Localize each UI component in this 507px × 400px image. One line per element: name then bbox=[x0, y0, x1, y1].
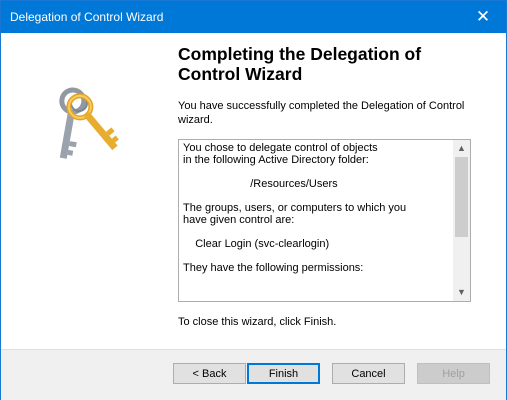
cancel-button[interactable]: Cancel bbox=[332, 363, 405, 384]
window-title: Delegation of Control Wizard bbox=[10, 10, 164, 24]
wizard-window: Delegation of Control Wizard ✕ Completin… bbox=[0, 0, 507, 400]
scroll-up-arrow-icon[interactable]: ▲ bbox=[453, 140, 470, 157]
outro-text: To close this wizard, click Finish. bbox=[178, 316, 337, 328]
wizard-banner bbox=[1, 33, 157, 349]
back-button[interactable]: < Back bbox=[173, 363, 246, 384]
button-bar: < Back Finish Cancel Help bbox=[1, 349, 506, 400]
page-title: Completing the Delegation of Control Wiz… bbox=[178, 44, 422, 84]
finish-button[interactable]: Finish bbox=[247, 363, 320, 384]
intro-text: You have successfully completed the Dele… bbox=[178, 100, 465, 126]
scroll-down-arrow-icon[interactable]: ▼ bbox=[453, 284, 470, 301]
vertical-scrollbar[interactable]: ▲ ▼ bbox=[453, 140, 470, 301]
help-button[interactable]: Help bbox=[417, 363, 490, 384]
keys-icon bbox=[59, 87, 119, 159]
summary-textbox[interactable]: You chose to delegate control of objects… bbox=[178, 139, 471, 302]
scroll-thumb[interactable] bbox=[455, 157, 468, 237]
title-bar[interactable]: Delegation of Control Wizard ✕ bbox=[1, 1, 506, 33]
close-button[interactable]: ✕ bbox=[460, 1, 506, 33]
summary-text: You chose to delegate control of objects… bbox=[183, 142, 407, 274]
